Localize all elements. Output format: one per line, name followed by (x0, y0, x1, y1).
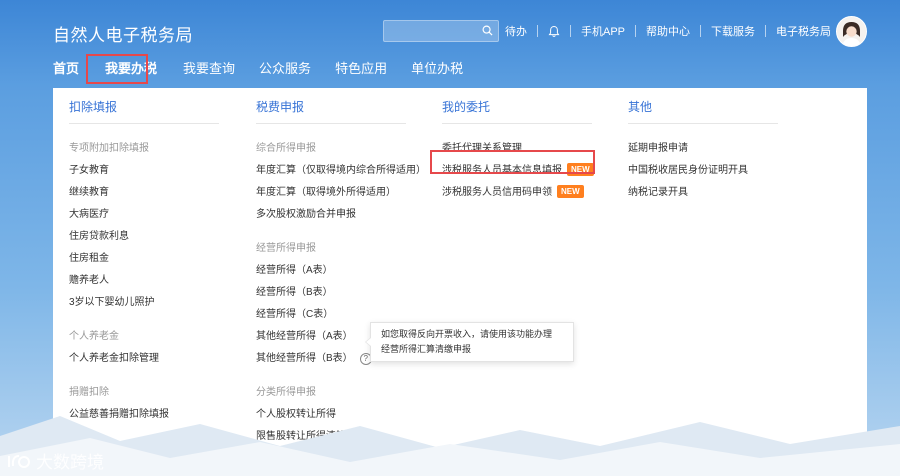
menu-item[interactable]: 经营所得（A表） (256, 260, 426, 282)
menu-item[interactable]: 3岁以下婴幼儿照护 (69, 292, 219, 314)
search-input[interactable] (383, 20, 499, 42)
divider (700, 25, 702, 37)
menu-item[interactable]: 延期申报申请 (628, 138, 778, 160)
menu-item[interactable]: 个人养老金扣除管理 (69, 348, 219, 370)
user-avatar-icon (837, 17, 866, 46)
mobile-app-link[interactable]: 手机APP (581, 23, 625, 39)
bell-icon[interactable] (548, 25, 560, 38)
menu-item[interactable]: 住房租金 (69, 248, 219, 270)
new-badge: NEW (557, 185, 584, 198)
top-header: 自然人电子税务局 待办 手机APP 帮助中心 下载服务 电子税务局 首页 我要办… (0, 0, 900, 88)
divider (628, 123, 778, 124)
divider (256, 123, 406, 124)
help-tooltip: 如您取得反向开票收入，请使用该功能办理 经营所得汇算清缴申报 (365, 322, 574, 362)
menu-item-label[interactable]: 涉税服务人员信用码申领 (442, 187, 552, 198)
divider (442, 123, 592, 124)
nav-home[interactable]: 首页 (53, 58, 79, 77)
menu-item-label[interactable]: 其他经营所得（B表） (256, 353, 353, 364)
menu-column-other: 其他 延期申报申请 中国税收居民身份证明开具 纳税记录开具 (628, 97, 778, 204)
divider (69, 123, 219, 124)
nav-query[interactable]: 我要查询 (183, 58, 235, 77)
menu-item[interactable]: 多次股权激励合并申报 (256, 204, 426, 226)
group-label: 经营所得申报 (256, 243, 316, 254)
menu-item[interactable]: 子女教育 (69, 160, 219, 182)
divider (635, 25, 637, 37)
header-links: 待办 手机APP 帮助中心 下载服务 电子税务局 (505, 23, 831, 39)
tooltip-line: 如您取得反向开票收入，请使用该功能办理 (381, 329, 553, 339)
nav-public-service[interactable]: 公众服务 (259, 58, 311, 77)
help-center-link[interactable]: 帮助中心 (646, 23, 690, 39)
divider (537, 25, 538, 37)
group-label: 个人养老金 (69, 331, 119, 342)
search-icon[interactable] (482, 25, 493, 36)
menu-item[interactable]: 年度汇算（取得境外所得适用） (256, 182, 426, 204)
menu-item[interactable]: 经营所得（B表） (256, 282, 426, 304)
nav-featured-apps[interactable]: 特色应用 (335, 58, 387, 77)
download-service-link[interactable]: 下载服务 (711, 23, 755, 39)
menu-item[interactable]: 赡养老人 (69, 270, 219, 292)
nav-entity-tax[interactable]: 单位办税 (411, 58, 463, 77)
menu-item[interactable]: 继续教育 (69, 182, 219, 204)
group-label: 综合所得申报 (256, 143, 316, 154)
nav-highlight-box (86, 54, 148, 84)
watermark-text: 大数跨境 (36, 453, 104, 472)
menu-item[interactable]: 住房贷款利息 (69, 226, 219, 248)
menu-item[interactable]: 涉税服务人员信用码申领 NEW (442, 182, 594, 204)
menu-column-deduction: 扣除填报 专项附加扣除填报 子女教育 继续教育 大病医疗 住房贷款利息 住房租金… (69, 97, 219, 426)
group-label: 专项附加扣除填报 (69, 143, 149, 154)
watermark: 大数跨境 (6, 448, 104, 473)
e-tax-bureau-link[interactable]: 电子税务局 (776, 23, 831, 39)
divider (570, 25, 571, 37)
column-title: 我的委托 (442, 100, 491, 114)
menu-item-highlight-box (430, 150, 595, 174)
site-logo[interactable]: 自然人电子税务局 (53, 21, 193, 46)
menu-item[interactable]: 纳税记录开具 (628, 182, 778, 204)
column-title: 其他 (628, 100, 653, 114)
mountain-background (0, 416, 900, 476)
avatar[interactable] (836, 16, 867, 47)
column-title: 税费申报 (256, 100, 305, 114)
mega-menu-panel: 扣除填报 专项附加扣除填报 子女教育 继续教育 大病医疗 住房贷款利息 住房租金… (53, 88, 867, 447)
tooltip-line: 经营所得汇算清缴申报 (381, 344, 472, 354)
menu-item[interactable]: 大病医疗 (69, 204, 219, 226)
divider (765, 25, 767, 37)
menu-item[interactable]: 年度汇算（仅取得境内综合所得适用） (256, 160, 426, 182)
todo-link[interactable]: 待办 (505, 23, 527, 39)
watermark-logo-icon (8, 454, 30, 468)
column-title: 扣除填报 (69, 100, 118, 114)
menu-item[interactable]: 中国税收居民身份证明开具 (628, 160, 778, 182)
